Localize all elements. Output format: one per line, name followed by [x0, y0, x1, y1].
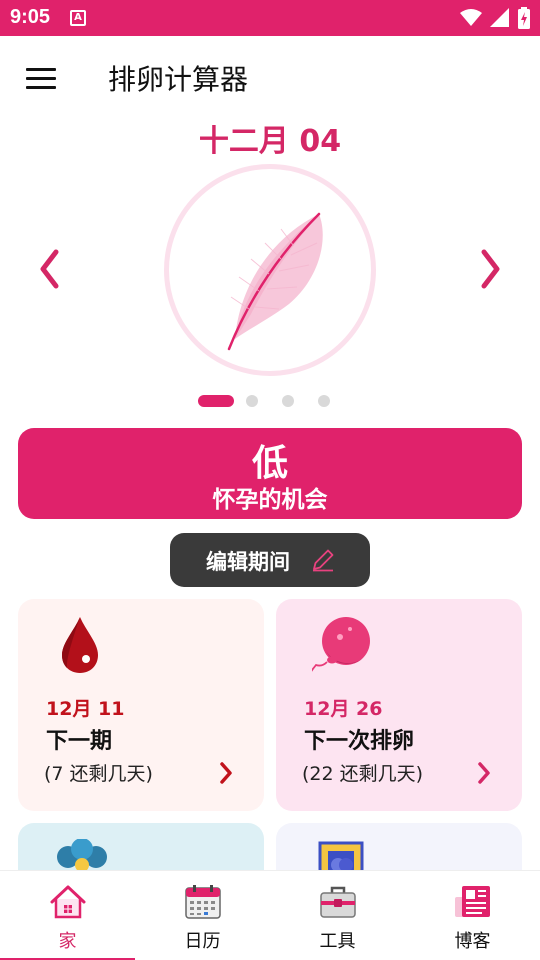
home-icon [50, 885, 86, 919]
current-date: 十二月 04 [198, 124, 342, 159]
blood-drop-icon [62, 617, 98, 673]
next-period-days-left: (7 还剩几天) [44, 763, 153, 785]
notification-icon: A [70, 10, 86, 26]
next-ovulation-days-left: (22 还剩几天) [302, 763, 424, 785]
next-period-date: 12月 11 [46, 698, 125, 720]
carousel-page-indicator [0, 394, 540, 408]
status-time: 9:05 [10, 6, 51, 28]
status-bar: 9:05 A [0, 0, 540, 36]
next-ovulation-date: 12月 26 [304, 698, 383, 720]
wifi-icon [460, 9, 482, 26]
next-ovulation-title: 下一次排卵 [304, 729, 415, 754]
page-title: 排卵计算器 [108, 63, 249, 96]
page-dot[interactable] [282, 395, 294, 407]
pregnancy-chance-card: 低 怀孕的机会 [18, 428, 522, 519]
chevron-left-icon[interactable] [34, 244, 64, 294]
page-dot[interactable] [318, 395, 330, 407]
nav-home-label: 家 [58, 931, 77, 952]
edit-period-button[interactable]: 编辑期间 [170, 533, 370, 587]
nav-calendar-label: 日历 [184, 931, 221, 952]
toolbox-icon [320, 886, 356, 918]
pencil-icon [313, 549, 334, 572]
battery-charging-icon [518, 7, 530, 29]
next-period-title: 下一期 [46, 729, 113, 754]
calendar-icon [185, 885, 221, 919]
nav-home[interactable]: 家 [0, 871, 135, 960]
chance-label: 怀孕的机会 [212, 487, 328, 513]
nav-calendar[interactable]: 日历 [135, 871, 270, 960]
feather-illustration [164, 164, 376, 376]
system-icons [460, 7, 530, 29]
signal-icon [490, 8, 509, 27]
feather-carousel[interactable] [0, 160, 540, 380]
chevron-right-icon [478, 762, 490, 784]
nav-blog-label: 博客 [454, 931, 491, 952]
edit-period-label: 编辑期间 [206, 550, 290, 574]
feather-icon [227, 212, 323, 351]
bottom-navigation: 家 日历 工具 博客 [0, 870, 540, 960]
nav-tools-label: 工具 [319, 931, 356, 952]
egg-cell-icon [312, 617, 370, 672]
chevron-right-icon [220, 762, 232, 784]
chance-level: 低 [251, 443, 288, 484]
newspaper-icon [455, 886, 490, 917]
page-dot-active[interactable] [198, 395, 234, 407]
hamburger-menu-icon[interactable] [26, 68, 56, 90]
nav-tools[interactable]: 工具 [270, 871, 405, 960]
next-period-card[interactable]: 12月 11 下一期 (7 还剩几天) [18, 599, 264, 811]
app-bar: 排卵计算器 [0, 36, 540, 120]
nav-blog[interactable]: 博客 [405, 871, 540, 960]
page-dot[interactable] [246, 395, 258, 407]
next-ovulation-card[interactable]: 12月 26 下一次排卵 (22 还剩几天) [276, 599, 522, 811]
chevron-right-icon[interactable] [476, 244, 506, 294]
